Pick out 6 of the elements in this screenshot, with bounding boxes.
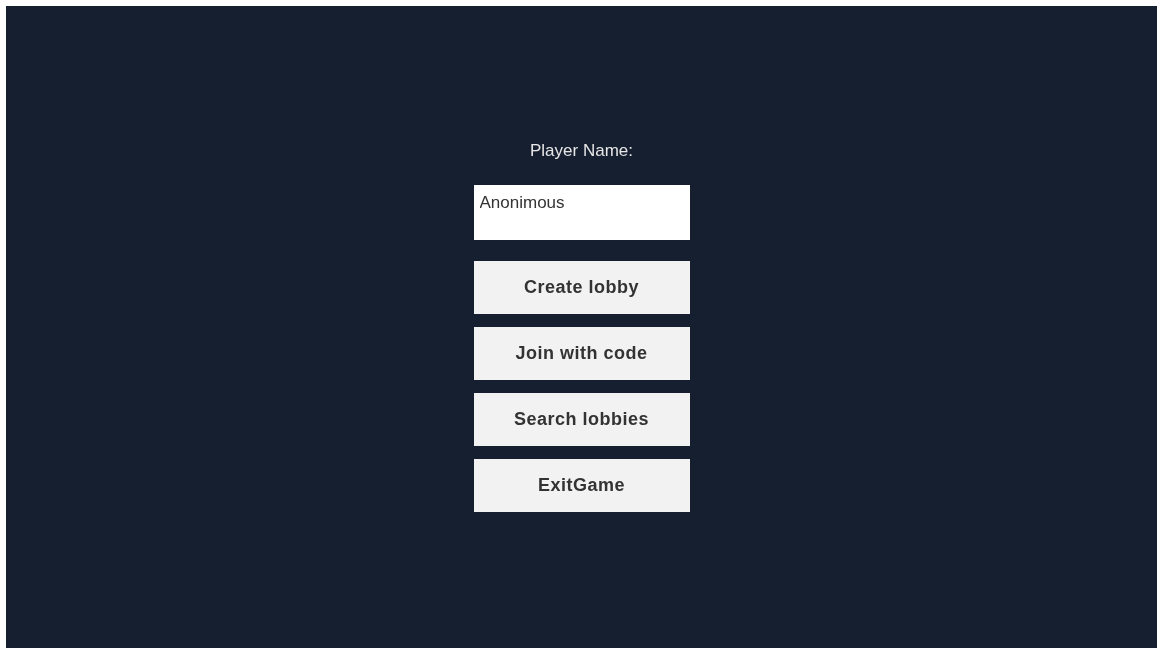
- menu-button[interactable]: Create lobby: [473, 261, 690, 314]
- player-name-label: Player Name:: [530, 140, 633, 162]
- menu-button[interactable]: Join with code: [473, 327, 690, 380]
- menu-button[interactable]: Search lobbies: [473, 393, 690, 446]
- menu-button[interactable]: ExitGame: [473, 459, 690, 512]
- player-name-field[interactable]: Anonimous: [473, 185, 690, 240]
